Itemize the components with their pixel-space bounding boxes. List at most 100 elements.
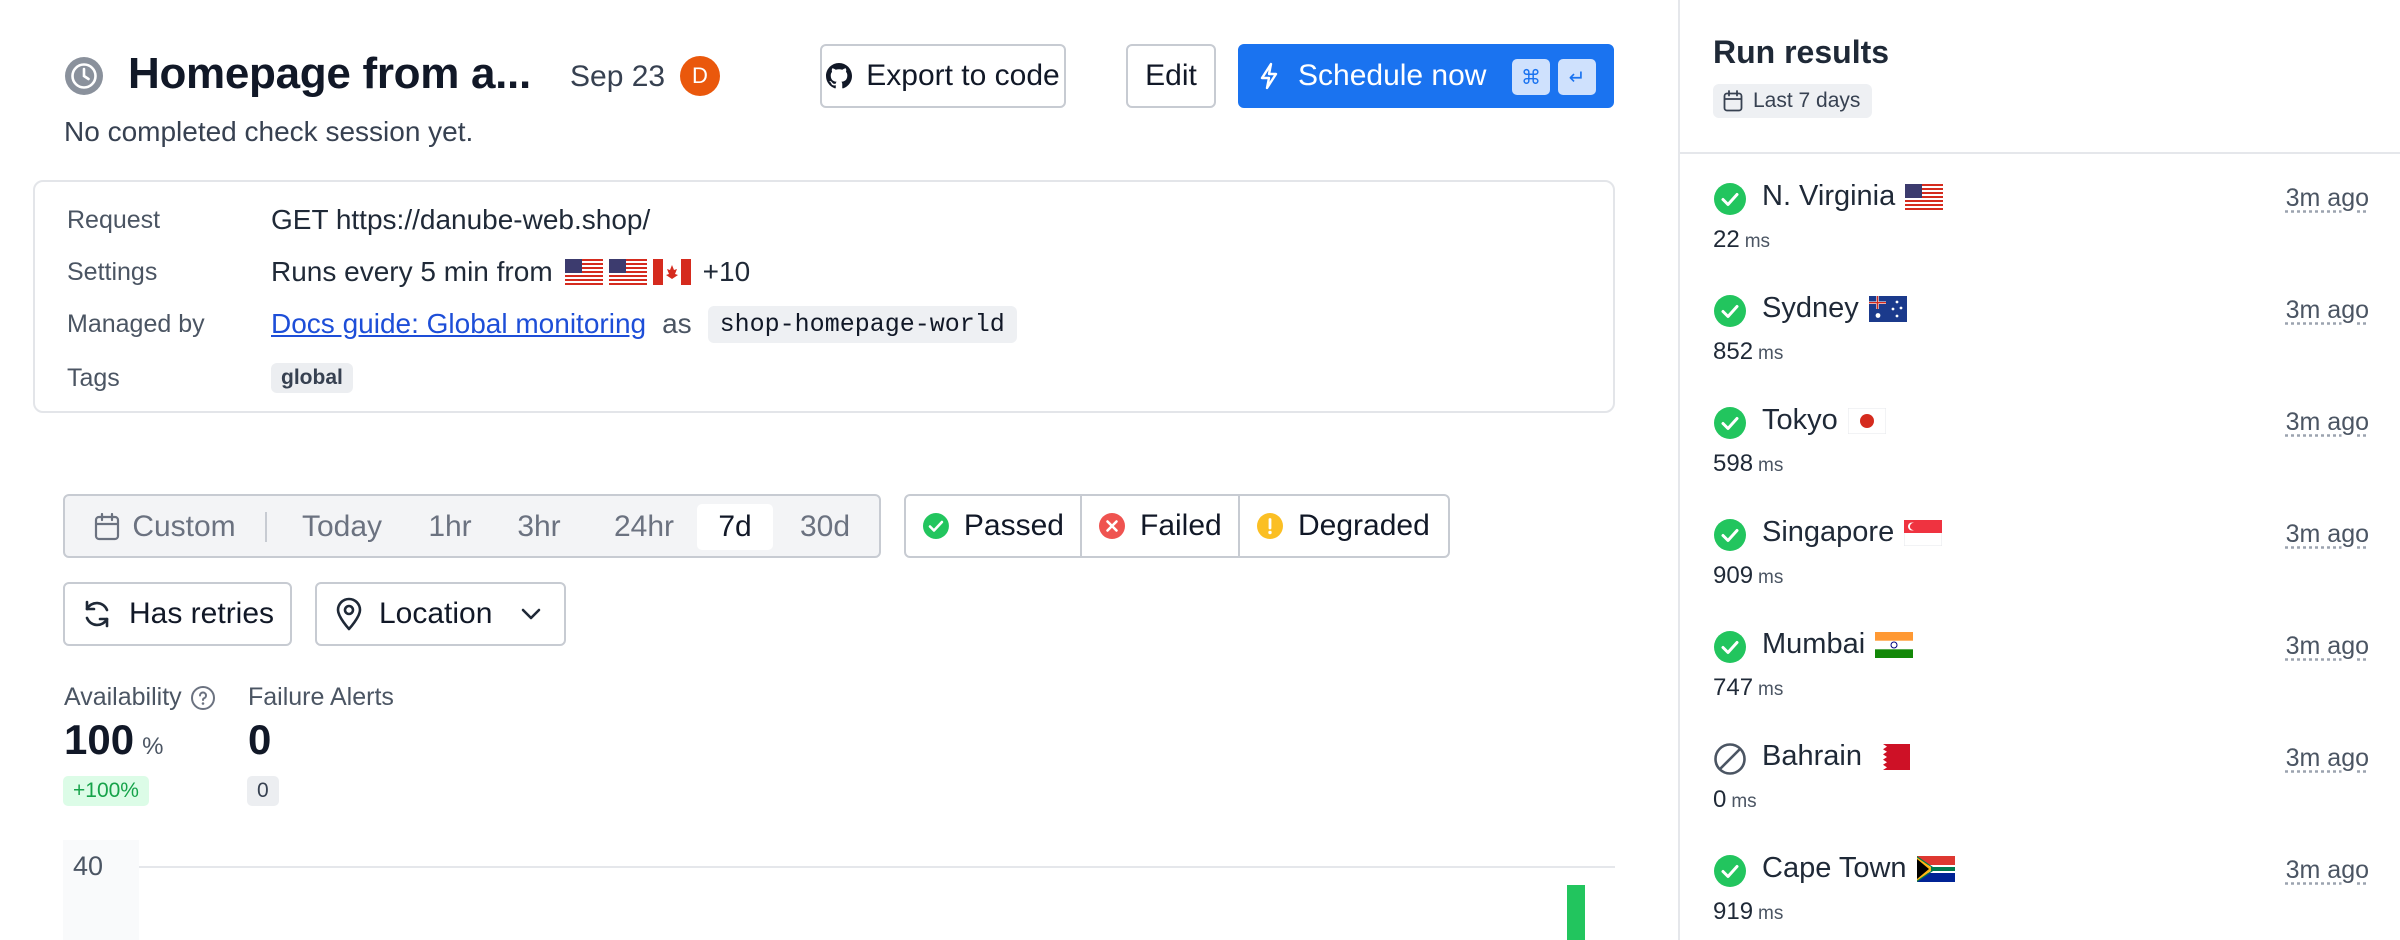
location-dropdown[interactable]: Location bbox=[315, 582, 566, 646]
lightning-icon bbox=[1260, 62, 1278, 90]
check-circle-icon bbox=[922, 513, 949, 539]
jp-flag-icon bbox=[1847, 407, 1886, 434]
run-duration-value: 909 bbox=[1713, 562, 1754, 589]
export-to-code-button[interactable]: Export to code bbox=[820, 44, 1066, 108]
calendar-icon bbox=[1723, 90, 1743, 112]
created-date: Sep 23 bbox=[570, 60, 666, 93]
panel-title: Run results bbox=[1713, 34, 1890, 70]
failure-alerts-value: 0 bbox=[248, 716, 272, 763]
settings-text: Runs every 5 min from bbox=[271, 256, 553, 287]
tags-row: Tags global bbox=[35, 358, 1613, 398]
chart-bar[interactable] bbox=[1567, 885, 1585, 940]
us-flag-icon bbox=[1905, 183, 1944, 210]
map-pin-icon bbox=[336, 597, 362, 631]
tag-chip[interactable]: global bbox=[271, 363, 353, 393]
run-duration: 598 ms bbox=[1713, 450, 1783, 478]
avatar[interactable]: D bbox=[680, 56, 720, 96]
run-location: Tokyo bbox=[1762, 404, 1886, 437]
kbd-command: ⌘ bbox=[1512, 59, 1550, 95]
run-duration: 747 ms bbox=[1713, 674, 1783, 702]
run-result-item[interactable]: Bahrain 3m ago 0 ms bbox=[1680, 732, 2400, 832]
period-chip[interactable]: Last 7 days bbox=[1713, 84, 1873, 118]
range-1hr[interactable]: 1hr bbox=[411, 504, 489, 550]
has-retries-label: Has retries bbox=[129, 597, 275, 630]
run-time: 3m ago bbox=[2285, 520, 2369, 548]
run-location: Sydney bbox=[1762, 292, 1907, 325]
range-today[interactable]: Today bbox=[283, 504, 401, 550]
check-circle-icon bbox=[1714, 295, 1746, 327]
run-time: 3m ago bbox=[2285, 632, 2369, 660]
check-circle-icon bbox=[1714, 519, 1746, 551]
run-time: 3m ago bbox=[2285, 744, 2369, 772]
managed-as-text: as bbox=[662, 308, 692, 339]
run-location: Cape Town bbox=[1762, 852, 1955, 885]
run-location: Mumbai bbox=[1762, 628, 1914, 661]
filter-degraded-label: Degraded bbox=[1298, 509, 1430, 542]
docs-guide-link[interactable]: Docs guide: Global monitoring bbox=[271, 308, 646, 340]
more-locations-count[interactable]: +10 bbox=[703, 256, 751, 288]
run-location: Bahrain bbox=[1762, 740, 1910, 773]
run-duration-unit: ms bbox=[1731, 791, 1757, 812]
run-duration-value: 919 bbox=[1713, 898, 1754, 925]
run-result-item[interactable]: Singapore 3m ago 909 ms bbox=[1680, 508, 2400, 608]
run-duration-unit: ms bbox=[1758, 679, 1784, 700]
check-session-status: No completed check session yet. bbox=[64, 116, 474, 147]
run-time: 3m ago bbox=[2285, 408, 2369, 436]
run-result-item[interactable]: N. Virginia 3m ago 22 ms bbox=[1680, 172, 2400, 272]
range-24hr[interactable]: 24hr bbox=[595, 504, 693, 550]
filter-failed[interactable]: Failed bbox=[1082, 496, 1240, 556]
schedule-now-button[interactable]: Schedule now ⌘ ↵ bbox=[1238, 44, 1614, 108]
refresh-icon bbox=[85, 600, 109, 628]
range-7d[interactable]: 7d bbox=[697, 504, 773, 550]
filter-passed[interactable]: Passed bbox=[906, 496, 1082, 556]
run-location-name: Mumbai bbox=[1762, 628, 1866, 660]
filter-passed-label: Passed bbox=[963, 509, 1064, 542]
run-duration-value: 598 bbox=[1713, 450, 1754, 477]
status-filter: Passed Failed Degraded bbox=[904, 494, 1450, 558]
run-time: 3m ago bbox=[2285, 856, 2369, 884]
chevron-down-icon bbox=[522, 608, 541, 620]
run-duration-unit: ms bbox=[1758, 455, 1784, 476]
run-location: N. Virginia bbox=[1762, 180, 1944, 213]
run-location-name: Singapore bbox=[1762, 516, 1895, 548]
help-icon[interactable] bbox=[190, 685, 216, 711]
panel-divider bbox=[1680, 152, 2400, 154]
run-location-name: Bahrain bbox=[1762, 740, 1862, 772]
y-tick-label: 40 bbox=[73, 851, 103, 881]
run-duration-value: 22 bbox=[1713, 226, 1740, 253]
check-circle-icon bbox=[1714, 407, 1746, 439]
run-location: Singapore bbox=[1762, 516, 1943, 549]
logical-id-chip: shop-homepage-world bbox=[707, 305, 1017, 343]
run-result-item[interactable]: Mumbai 3m ago 747 ms bbox=[1680, 620, 2400, 720]
edit-button[interactable]: Edit bbox=[1126, 44, 1216, 108]
tags-value: global bbox=[271, 358, 353, 398]
warning-circle-icon bbox=[1257, 513, 1283, 539]
za-flag-icon bbox=[1916, 855, 1955, 882]
run-location-name: Tokyo bbox=[1762, 404, 1838, 436]
range-custom-label: Custom bbox=[132, 510, 236, 543]
calendar-icon bbox=[95, 513, 120, 541]
range-3hr[interactable]: 3hr bbox=[499, 504, 579, 550]
run-result-item[interactable]: Tokyo 3m ago 598 ms bbox=[1680, 396, 2400, 496]
filter-degraded[interactable]: Degraded bbox=[1240, 496, 1448, 556]
period-label: Last 7 days bbox=[1753, 89, 1861, 112]
range-30d[interactable]: 30d bbox=[783, 504, 867, 550]
run-time: 3m ago bbox=[2285, 184, 2369, 212]
bh-flag-icon bbox=[1871, 743, 1910, 770]
filter-failed-label: Failed bbox=[1140, 509, 1222, 542]
settings-label: Settings bbox=[67, 258, 158, 286]
run-result-item[interactable]: Sydney 3m ago 852 ms bbox=[1680, 284, 2400, 384]
run-result-item[interactable]: Cape Town 3m ago 919 ms bbox=[1680, 844, 2400, 940]
run-location-name: N. Virginia bbox=[1762, 180, 1896, 212]
request-value: GET https://danube-web.shop/ bbox=[271, 204, 651, 235]
time-range-selector: Custom Today 1hr 3hr 24hr 7d 30d bbox=[63, 494, 881, 558]
availability-label: Availability bbox=[64, 683, 216, 712]
export-button-label: Export to code bbox=[866, 59, 1060, 92]
check-circle-icon bbox=[1714, 855, 1746, 887]
settings-row: Settings Runs every 5 min from +10 bbox=[35, 252, 1613, 292]
availability-label-text: Availability bbox=[64, 683, 182, 711]
schedule-button-label: Schedule now bbox=[1298, 59, 1487, 92]
has-retries-toggle[interactable]: Has retries bbox=[63, 582, 292, 646]
range-custom[interactable]: Custom bbox=[79, 504, 251, 550]
run-location-name: Sydney bbox=[1762, 292, 1859, 324]
